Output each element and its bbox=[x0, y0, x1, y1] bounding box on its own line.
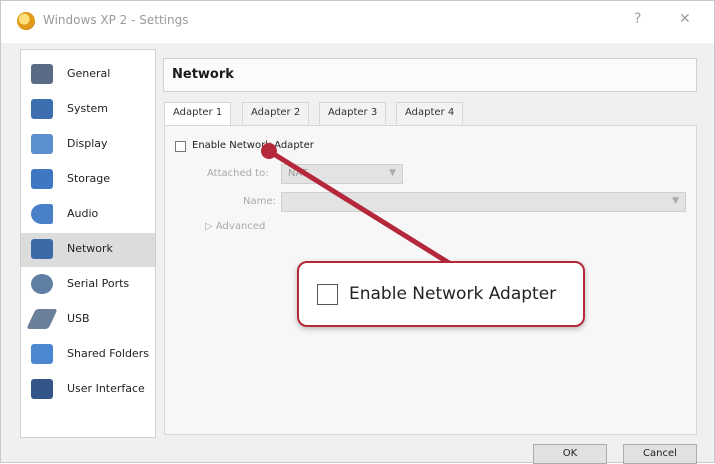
annotation-arrow bbox=[261, 143, 452, 266]
callout-label: Enable Network Adapter bbox=[349, 284, 557, 304]
annotation-dot bbox=[261, 143, 277, 159]
zoom-callout: Enable Network Adapter bbox=[297, 261, 585, 327]
callout-checkbox bbox=[317, 284, 338, 305]
ok-button[interactable]: OK bbox=[533, 444, 607, 464]
annotation-line bbox=[266, 148, 452, 266]
settings-window: Windows XP 2 - Settings ? ✕ General Syst… bbox=[0, 0, 715, 464]
cancel-button[interactable]: Cancel bbox=[623, 444, 697, 464]
